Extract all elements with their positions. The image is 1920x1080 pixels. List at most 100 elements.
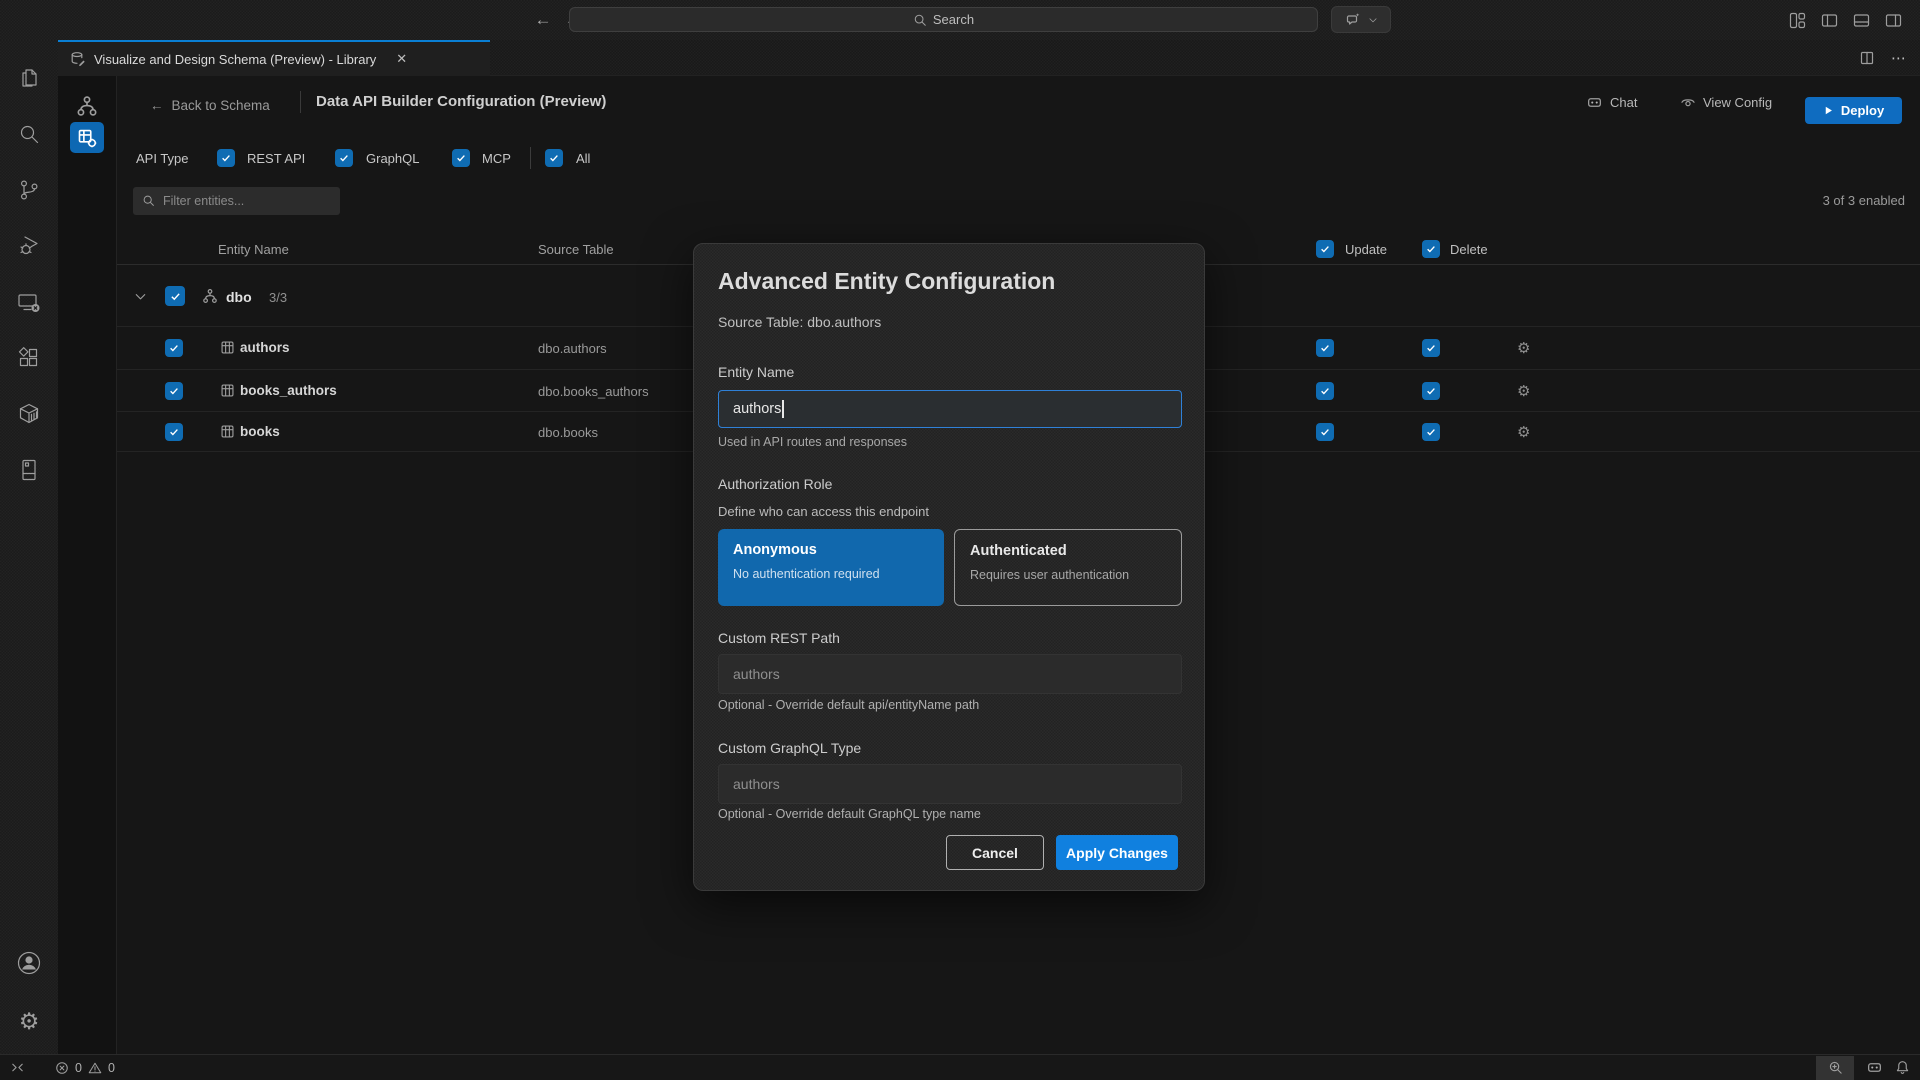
checkbox-dbo-group[interactable] [165,286,185,306]
col-update: Update [1345,242,1387,257]
entity-source: dbo.books_authors [538,384,649,399]
enabled-summary: 3 of 3 enabled [1823,193,1905,208]
row-settings-gear-icon[interactable]: ⚙ [1517,425,1530,440]
col-source-table: Source Table [538,242,614,257]
entity-name-value: authors [733,401,781,417]
role-option-title: Authenticated [970,543,1166,559]
chevron-down-icon[interactable] [133,289,148,304]
authorization-role-label: Authorization Role [718,476,832,492]
checkbox-graphql[interactable] [335,149,353,167]
advanced-entity-configuration-dialog: Advanced Entity Configuration Source Tab… [693,243,1205,891]
view-config-button[interactable]: View Config [1680,94,1772,110]
split-editor-icon[interactable] [1859,50,1875,66]
warnings-count[interactable]: 0 [108,1061,115,1075]
tab-close-icon[interactable]: ✕ [396,51,407,67]
entity-source: dbo.authors [538,341,607,356]
extensions-icon[interactable] [15,344,43,372]
search-sidebar-icon[interactable] [15,120,43,148]
api-type-filter-row: API Type REST API GraphQL MCP All [117,149,1920,167]
custom-graphql-type-hint: Optional - Override default GraphQL type… [718,807,981,821]
role-option-subtitle: Requires user authentication [970,568,1166,582]
back-to-schema-button[interactable]: ← Back to Schema [150,98,270,113]
title-bar: ← → Search [0,0,1920,40]
copilot-chat-button[interactable] [1331,6,1391,33]
editor-actions-more-icon[interactable]: ⋯ [1891,49,1906,67]
custom-graphql-type-input[interactable] [718,764,1182,804]
toggle-primary-sidebar-icon[interactable] [1821,12,1838,29]
checkbox-books-authors-update[interactable] [1316,382,1334,400]
status-bar: 0 0 [0,1054,1920,1080]
container-cube-icon[interactable] [15,400,43,428]
role-option-anonymous[interactable]: Anonymous No authentication required [718,529,944,606]
back-arrow-icon: ← [150,98,164,113]
accounts-icon[interactable] [15,949,43,977]
errors-count[interactable]: 0 [75,1061,82,1075]
vscode-window: ← → Search [0,0,1920,1080]
filter-search-icon [142,194,155,207]
warnings-icon[interactable] [88,1061,102,1075]
checkbox-update-all[interactable] [1316,240,1334,258]
cancel-button[interactable]: Cancel [946,835,1044,870]
checkbox-books-authors[interactable] [165,382,183,400]
checkbox-authors-delete[interactable] [1422,339,1440,357]
entity-name: authors [240,340,290,355]
zoom-in-icon [1828,1060,1843,1075]
apply-changes-button[interactable]: Apply Changes [1056,835,1178,870]
checkbox-books-update[interactable] [1316,423,1334,441]
zoom-indicator-button[interactable] [1816,1056,1854,1080]
remote-indicator-icon[interactable] [10,1060,25,1075]
table-icon [220,340,235,355]
custom-graphql-type-label: Custom GraphQL Type [718,740,861,756]
tab-visualize-schema[interactable]: Visualize and Design Schema (Preview) - … [58,40,490,76]
checkbox-authors-update[interactable] [1316,339,1334,357]
filter-entities-input[interactable] [133,187,340,215]
checkbox-all[interactable] [545,149,563,167]
notifications-bell-icon[interactable] [1895,1060,1910,1075]
dialog-title: Advanced Entity Configuration [718,268,1055,295]
row-settings-gear-icon[interactable]: ⚙ [1517,341,1530,356]
entity-name-input[interactable]: authors [718,390,1182,428]
group-name: dbo [226,289,252,305]
checkbox-delete-all[interactable] [1422,240,1440,258]
deploy-button[interactable]: Deploy [1805,97,1902,124]
remote-explorer-icon[interactable] [15,288,43,316]
source-control-icon[interactable] [15,176,43,204]
checkbox-books-delete[interactable] [1422,423,1440,441]
custom-rest-path-input[interactable] [718,654,1182,694]
schema-hierarchy-tool-icon[interactable] [74,93,100,119]
role-option-authenticated[interactable]: Authenticated Requires user authenticati… [954,529,1182,606]
api-type-label: API Type [136,151,189,166]
toggle-secondary-sidebar-icon[interactable] [1885,12,1902,29]
toggle-panel-icon[interactable] [1853,12,1870,29]
tab-bar: Visualize and Design Schema (Preview) - … [58,40,1920,76]
authorization-role-options: Anonymous No authentication required Aut… [718,529,1182,606]
settings-gear-icon[interactable]: ⚙ [15,1008,43,1036]
checkbox-rest-api[interactable] [217,149,235,167]
rest-api-label: REST API [247,151,305,166]
custom-rest-path-label: Custom REST Path [718,630,840,646]
checkbox-mcp[interactable] [452,149,470,167]
deploy-label: Deploy [1841,103,1884,118]
command-center-search[interactable]: Search [569,7,1318,32]
checkbox-authors[interactable] [165,339,183,357]
copilot-status-icon[interactable] [1866,1059,1883,1076]
entity-name: books [240,424,280,439]
navigate-back-icon[interactable]: ← [531,8,555,32]
tab-title: Visualize and Design Schema (Preview) - … [94,52,376,67]
errors-icon[interactable] [55,1061,69,1075]
api-builder-tool-selected[interactable] [70,122,104,153]
col-delete: Delete [1450,242,1488,257]
copilot-icon [1586,94,1603,111]
run-debug-icon[interactable] [15,232,43,260]
explorer-icon[interactable] [15,64,43,92]
row-settings-gear-icon[interactable]: ⚙ [1517,384,1530,399]
chat-sparkle-icon [1345,12,1361,28]
entity-name-hint: Used in API routes and responses [718,435,907,449]
role-option-subtitle: No authentication required [733,567,929,581]
customize-layout-icon[interactable] [1789,12,1806,29]
checkbox-books-authors-delete[interactable] [1422,382,1440,400]
chat-button[interactable]: Chat [1586,94,1637,111]
checkbox-books[interactable] [165,423,183,441]
chevron-down-icon [1368,15,1378,25]
database-project-icon[interactable] [15,456,43,484]
